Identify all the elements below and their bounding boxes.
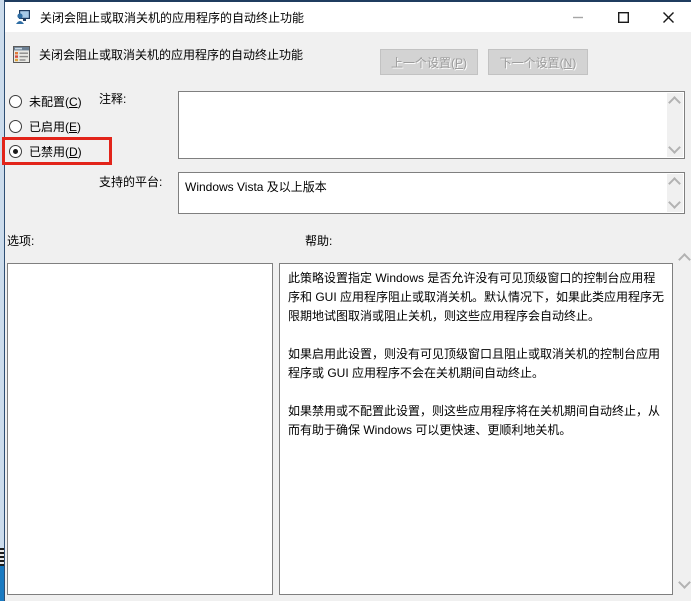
minimize-icon [573,16,583,18]
title-bar[interactable]: 关闭会阻止或取消关机的应用程序的自动终止功能 [5,2,691,32]
help-paragraph: 如果禁用或不配置此设置，则这些应用程序将在关机期间自动终止，从而有助于确保 Wi… [288,404,661,437]
options-pane[interactable] [7,263,273,595]
comment-scrollbar[interactable] [667,93,683,157]
radio-not-configured[interactable]: 未配置(C) [9,94,82,109]
help-scrollbar[interactable] [677,250,691,592]
minimize-button[interactable] [556,2,601,32]
previous-setting-button[interactable]: 上一个设置(P) [380,49,478,75]
maximize-icon [618,11,629,23]
platform-value: Windows Vista 及以上版本 [185,180,327,194]
options-label: 选项: [7,234,35,248]
group-policy-setting-dialog: 关闭会阻止或取消关机的应用程序的自动终止功能 关闭会阻止或取消关机的应用程序的自… [0,0,691,601]
platform-textarea[interactable]: Windows Vista 及以上版本 [178,172,685,214]
scroll-up-icon[interactable] [678,253,691,266]
comment-label: 注释: [99,92,127,106]
close-button[interactable] [646,2,691,32]
scroll-down-icon[interactable] [668,141,681,154]
radio-label-enabled: 已启用(E) [29,120,82,134]
maximize-button[interactable] [601,2,646,32]
platform-label: 支持的平台: [99,175,163,189]
help-paragraph: 如果启用此设置，则没有可见顶级窗口且阻止或取消关机的控制台应用程序或 GUI 应… [288,347,661,380]
scroll-up-icon[interactable] [668,177,681,190]
radio-circle-enabled[interactable] [9,120,22,133]
setting-header: 关闭会阻止或取消关机的应用程序的自动终止功能 [13,46,303,63]
help-pane[interactable]: 此策略设置指定 Windows 是否允许没有可见顶级窗口的控制台应用程序和 GU… [279,263,673,595]
scroll-down-icon[interactable] [668,196,681,209]
scroll-up-icon[interactable] [668,96,681,109]
radio-circle-not-configured[interactable] [9,95,22,108]
radio-enabled[interactable]: 已启用(E) [9,119,81,134]
group-policy-user-icon [16,10,30,24]
scroll-down-icon[interactable] [678,576,691,589]
help-label: 帮助: [305,234,333,248]
next-setting-button[interactable]: 下一个设置(N) [488,49,588,75]
red-highlight-annotation [2,137,112,165]
help-text: 此策略设置指定 Windows 是否允许没有可见顶级窗口的控制台应用程序和 GU… [280,264,672,464]
setting-title: 关闭会阻止或取消关机的应用程序的自动终止功能 [39,48,304,62]
dialog-window: 关闭会阻止或取消关机的应用程序的自动终止功能 关闭会阻止或取消关机的应用程序的自… [4,0,691,601]
policy-setting-icon [13,46,30,63]
radio-label-not-configured: 未配置(C) [29,95,82,109]
platform-scrollbar[interactable] [667,174,683,212]
window-controls [556,2,691,32]
close-icon [663,11,674,23]
comment-textarea[interactable] [178,91,685,159]
help-paragraph: 此策略设置指定 Windows 是否允许没有可见顶级窗口的控制台应用程序和 GU… [288,271,665,323]
window-title: 关闭会阻止或取消关机的应用程序的自动终止功能 [40,10,305,25]
